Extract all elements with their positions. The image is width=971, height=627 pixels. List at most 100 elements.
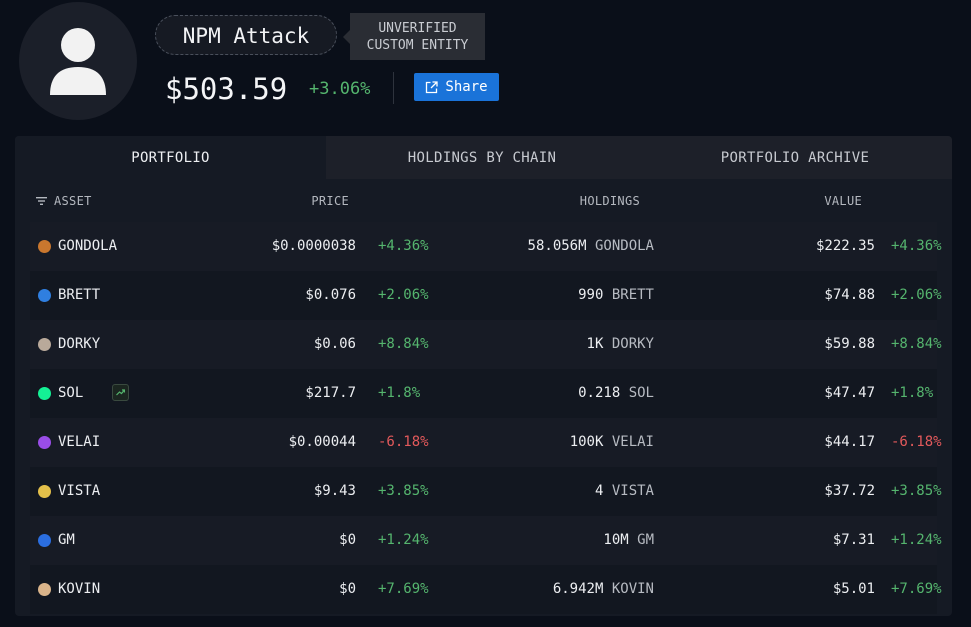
holdings-quantity: 0.218 bbox=[578, 385, 621, 401]
asset-symbol[interactable]: SOL bbox=[58, 369, 83, 418]
gondola-token-icon bbox=[38, 240, 51, 253]
table-row[interactable]: GONDOLA $0.0000038 +4.36% 58.056M GONDOLA $2… bbox=[30, 222, 942, 271]
vista-token-icon bbox=[38, 485, 51, 498]
holding-value: $222.35 bbox=[815, 238, 875, 254]
column-header-price[interactable]: PRICE bbox=[311, 192, 349, 210]
table-row[interactable]: BRETT $0.076 +2.06% 990 BRETT $74.88 +2.06% bbox=[30, 271, 942, 320]
holdings-quantity: 58.056M bbox=[527, 238, 587, 254]
trend-chart-icon[interactable] bbox=[112, 384, 129, 401]
share-label: Share bbox=[445, 79, 488, 95]
kovin-token-icon bbox=[38, 583, 51, 596]
asset-price: $217.7 bbox=[305, 385, 356, 401]
table-row[interactable]: VISTA $9.43 +3.85% 4 VISTA $37.72 +3.85% bbox=[30, 467, 942, 516]
holdings-unit: BRETT bbox=[611, 287, 654, 303]
asset-symbol[interactable]: GM bbox=[58, 516, 75, 565]
holdings-amount: 6.942M KOVIN bbox=[553, 565, 654, 614]
solana-token-icon bbox=[38, 387, 51, 400]
value-change: +3.85% bbox=[891, 483, 942, 499]
external-link-icon bbox=[426, 80, 439, 93]
price-change: +7.69% bbox=[378, 581, 429, 597]
header-divider bbox=[393, 72, 394, 104]
holding-value: $59.88 bbox=[824, 336, 875, 352]
holdings-amount: 10M GM bbox=[603, 516, 654, 565]
asset-symbol[interactable]: KOVIN bbox=[58, 565, 100, 614]
holdings-unit: KOVIN bbox=[611, 581, 654, 597]
table-row[interactable]: KOVIN $0 +7.69% 6.942M KOVIN $5.01 +7.69% bbox=[30, 565, 942, 614]
price-change: +1.24% bbox=[378, 532, 429, 548]
holdings-unit: VISTA bbox=[611, 483, 654, 499]
holding-value: $44.17 bbox=[824, 434, 875, 450]
holding-value: $74.88 bbox=[824, 287, 875, 303]
entity-name[interactable]: NPM Attack bbox=[155, 15, 337, 55]
asset-symbol[interactable]: GONDOLA bbox=[58, 222, 117, 271]
value-change: +1.8% bbox=[891, 385, 934, 401]
holdings-amount: 1K DORKY bbox=[587, 320, 654, 369]
asset-price: $0.0000038 bbox=[271, 238, 356, 254]
holdings-quantity: 6.942M bbox=[552, 581, 604, 597]
value-change: +7.69% bbox=[891, 581, 942, 597]
holdings-unit: GM bbox=[637, 532, 654, 548]
holdings-quantity: 4 bbox=[594, 483, 604, 499]
share-button[interactable]: Share bbox=[414, 73, 499, 101]
table-row[interactable]: DORKY $0.06 +8.84% 1K DORKY $59.88 +8.84% bbox=[30, 320, 942, 369]
holding-value: $7.31 bbox=[832, 532, 875, 548]
price-change: +4.36% bbox=[378, 238, 429, 254]
value-change: -6.18% bbox=[891, 434, 942, 450]
asset-price: $0.076 bbox=[305, 287, 356, 303]
asset-symbol[interactable]: VISTA bbox=[58, 467, 100, 516]
holdings-amount: 0.218 SOL bbox=[578, 369, 654, 418]
tab-portfolio[interactable]: PORTFOLIO bbox=[15, 136, 326, 179]
holdings-amount: 4 VISTA bbox=[595, 467, 654, 516]
column-header-holdings[interactable]: HOLDINGS bbox=[580, 192, 640, 210]
holdings-amount: 58.056M GONDOLA bbox=[528, 222, 654, 271]
asset-price: $0 bbox=[339, 581, 356, 597]
portfolio-tabs: PORTFOLIO HOLDINGS BY CHAIN PORTFOLIO AR… bbox=[15, 136, 952, 179]
column-header-asset[interactable]: ASSET bbox=[54, 192, 92, 210]
price-change: +2.06% bbox=[378, 287, 429, 303]
column-header-value[interactable]: VALUE bbox=[824, 192, 862, 210]
table-row[interactable]: VELAI $0.00044 -6.18% 100K VELAI $44.17 -6.18… bbox=[30, 418, 942, 467]
portfolio-total-value: $503.59 bbox=[165, 72, 288, 106]
asset-symbol[interactable]: DORKY bbox=[58, 320, 100, 369]
price-change: +3.85% bbox=[378, 483, 429, 499]
value-change: +2.06% bbox=[891, 287, 942, 303]
badge-line-1: UNVERIFIED bbox=[378, 20, 457, 36]
unverified-badge: UNVERIFIED CUSTOM ENTITY bbox=[343, 13, 485, 60]
asset-symbol[interactable]: VELAI bbox=[58, 418, 100, 467]
holding-value: $5.01 bbox=[832, 581, 875, 597]
holdings-unit: DORKY bbox=[611, 336, 654, 352]
value-change: +8.84% bbox=[891, 336, 942, 352]
brett-token-icon bbox=[38, 289, 51, 302]
holdings-quantity: 990 bbox=[578, 287, 604, 303]
tab-portfolio-archive[interactable]: PORTFOLIO ARCHIVE bbox=[638, 136, 952, 179]
tab-holdings-by-chain[interactable]: HOLDINGS BY CHAIN bbox=[326, 136, 638, 179]
price-change: +1.8% bbox=[378, 385, 421, 401]
table-row[interactable]: SOL $217.7 +1.8% 0.218 SOL $47.47 +1.8% bbox=[30, 369, 937, 418]
dorky-token-icon bbox=[38, 338, 51, 351]
badge-line-2: CUSTOM ENTITY bbox=[366, 37, 469, 53]
price-change: +8.84% bbox=[378, 336, 429, 352]
asset-price: $9.43 bbox=[313, 483, 356, 499]
velai-token-icon bbox=[38, 436, 51, 449]
holdings-unit: GONDOLA bbox=[594, 238, 654, 254]
holding-value: $37.72 bbox=[824, 483, 875, 499]
asset-price: $0.06 bbox=[313, 336, 356, 352]
portfolio-panel: PORTFOLIO HOLDINGS BY CHAIN PORTFOLIO AR… bbox=[15, 136, 952, 616]
user-silhouette-icon bbox=[50, 28, 106, 95]
holdings-amount: 100K VELAI bbox=[570, 418, 654, 467]
table-row[interactable]: GM $0 +1.24% 10M GM $7.31 +1.24% bbox=[30, 516, 942, 565]
gm-token-icon bbox=[38, 534, 51, 547]
entity-avatar bbox=[19, 2, 137, 120]
asset-symbol[interactable]: BRETT bbox=[58, 271, 100, 320]
value-change: +4.36% bbox=[891, 238, 942, 254]
asset-price: $0.00044 bbox=[288, 434, 356, 450]
holdings-quantity: 10M bbox=[603, 532, 629, 548]
holdings-table: GONDOLA $0.0000038 +4.36% 58.056M GONDOLA $2… bbox=[30, 222, 942, 614]
portfolio-total-change: +3.06% bbox=[309, 79, 371, 99]
holdings-quantity: 100K bbox=[569, 434, 604, 450]
holdings-unit: SOL bbox=[628, 385, 654, 401]
value-change: +1.24% bbox=[891, 532, 942, 548]
holdings-unit: VELAI bbox=[611, 434, 654, 450]
filter-icon[interactable] bbox=[36, 197, 47, 205]
price-change: -6.18% bbox=[378, 434, 429, 450]
